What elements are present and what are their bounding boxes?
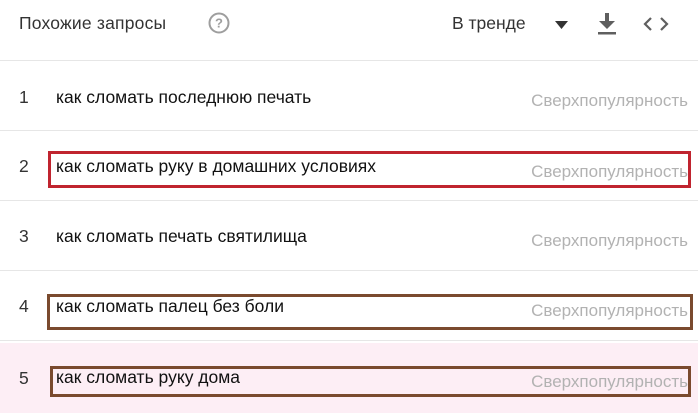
svg-text:?: ? (215, 16, 223, 31)
row-query-link[interactable]: как сломать палец без боли (56, 296, 284, 317)
row-query-link[interactable]: как сломать последнюю печать (56, 87, 311, 108)
row-value: Сверхпопулярность (531, 91, 688, 110)
query-row[interactable]: 1 как сломать последнюю печать Сверхпопу… (0, 61, 698, 131)
row-rank: 1 (19, 87, 29, 107)
row-query-link[interactable]: как сломать руку в домашних условиях (56, 156, 376, 177)
triangle-down-icon[interactable] (555, 21, 568, 29)
row-rank: 4 (19, 296, 29, 316)
query-row[interactable]: 3 как сломать печать святилища Сверхпопу… (0, 201, 698, 271)
query-row[interactable]: 4 как сломать палец без боли Сверхпопуля… (0, 271, 698, 341)
help-circle-icon[interactable]: ? (208, 12, 230, 34)
trend-filter-select[interactable]: В тренде (452, 13, 526, 34)
row-rank: 3 (19, 226, 29, 246)
download-icon[interactable] (597, 13, 617, 35)
row-value: Сверхпопулярность (531, 372, 688, 391)
row-query-link[interactable]: как сломать руку дома (56, 367, 240, 388)
query-row[interactable]: 2 как сломать руку в домашних условиях С… (0, 131, 698, 201)
row-rank: 5 (19, 368, 29, 388)
widget-title: Похожие запросы (19, 13, 167, 33)
row-value: Сверхпопулярность (531, 162, 688, 181)
widget-header: Похожие запросы ? В тренде (0, 0, 698, 61)
row-value: Сверхпопулярность (531, 301, 688, 320)
row-rank: 2 (19, 156, 29, 176)
code-embed-icon[interactable] (643, 16, 669, 32)
row-query-link[interactable]: как сломать печать святилища (56, 226, 307, 247)
row-value: Сверхпопулярность (531, 231, 688, 250)
related-queries-widget: Похожие запросы ? В тренде 1 как сломать… (0, 0, 698, 417)
query-row[interactable]: 5 как сломать руку дома Сверхпопулярност… (0, 343, 698, 412)
